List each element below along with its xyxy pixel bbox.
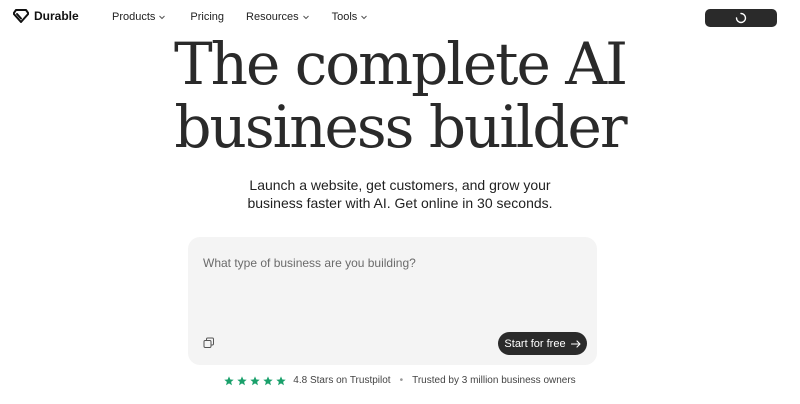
nav-tools-label: Tools [331,11,358,23]
nav-menu: Products Pricing Resources Tools [112,11,368,23]
nav-products[interactable]: Products [112,11,166,23]
nav-cta-button[interactable] [705,9,777,27]
chevron-down-icon [159,15,166,20]
nav-tools[interactable]: Tools [332,11,369,23]
hero-title-line2: business builder [174,93,627,161]
copy-icon [203,337,214,348]
business-type-input[interactable] [203,253,583,273]
star-icon [224,375,234,385]
star-icon [276,375,286,385]
hero-title-line1: The complete AI [173,30,628,98]
loading-spinner-icon [735,12,747,24]
arrow-right-icon [570,339,581,348]
rating-text: 4.8 Stars on Trustpilot [293,375,391,386]
trust-row: 4.8 Stars on Trustpilot • Trusted by 3 m… [0,375,800,386]
nav-resources[interactable]: Resources [246,11,310,23]
hero-subtitle-line1: Launch a website, get customers, and gro… [249,177,551,193]
separator-dot: • [399,375,404,386]
start-for-free-button[interactable]: Start for free [498,332,587,355]
trusted-text: Trusted by 3 million business owners [412,375,576,386]
hero-subtitle-line2: business faster with AI. Get online in 3… [247,195,553,211]
start-button-label: Start for free [504,337,566,350]
star-icon [263,375,273,385]
nav-products-label: Products [112,11,156,23]
hero-subtitle: Launch a website, get customers, and gro… [0,176,800,212]
hero-title: The complete AI business builder [0,33,800,159]
nav-resources-label: Resources [246,11,299,23]
logo[interactable]: Durable [13,9,79,23]
chevron-down-icon [302,15,309,20]
logo-text: Durable [34,9,79,23]
nav-pricing[interactable]: Pricing [190,11,224,23]
chevron-down-icon [361,15,368,20]
star-icon [237,375,247,385]
page: Durable Products Pricing Resources Tools [0,0,800,404]
diamond-logo-icon [13,9,29,23]
trustpilot-stars [224,375,286,386]
nav-pricing-label: Pricing [190,11,225,23]
copy-button[interactable] [202,336,216,350]
business-prompt-box: Start for free [188,237,597,365]
star-icon [250,375,260,385]
